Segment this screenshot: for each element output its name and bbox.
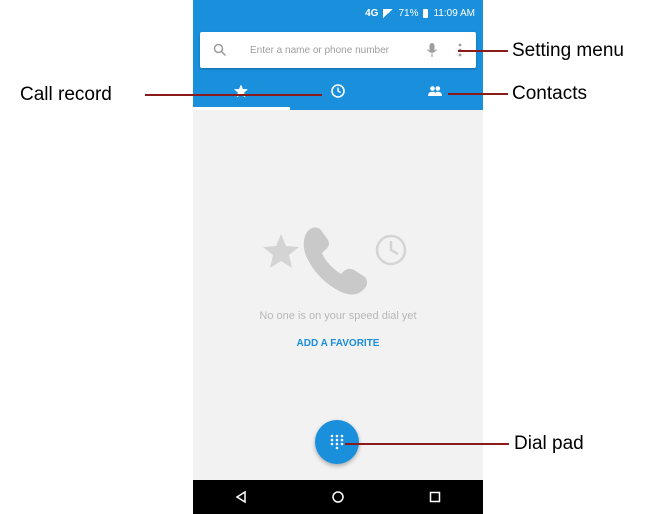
back-triangle-icon	[235, 490, 247, 504]
call-record-leader-line	[145, 94, 322, 96]
add-favorite-link[interactable]: ADD A FAVORITE	[193, 338, 483, 349]
system-navigation-bar	[193, 480, 483, 514]
status-bar: 4G 71% 11:09 AM	[193, 0, 483, 30]
empty-state-message: No one is on your speed dial yet	[259, 310, 417, 322]
nav-home-button[interactable]	[318, 482, 358, 512]
clock-icon	[331, 84, 345, 98]
tab-bar	[193, 72, 483, 110]
home-circle-icon	[332, 491, 344, 503]
dialpad-icon	[330, 434, 344, 450]
annotation-contacts: Contacts	[512, 83, 587, 104]
dial-pad-button[interactable]	[315, 420, 359, 464]
dial-pad-leader-line	[345, 443, 509, 445]
illustration-star-icon	[263, 234, 299, 268]
phone-screen: 4G 71% 11:09 AM Enter a name or phone nu…	[193, 0, 483, 514]
tab-call-record[interactable]	[290, 72, 387, 110]
annotation-call-record: Call record	[20, 84, 112, 105]
nav-recents-button[interactable]	[415, 482, 455, 512]
battery-percent: 71%	[398, 8, 419, 19]
status-indicators: 4G 71% 11:09 AM	[365, 8, 475, 19]
people-icon	[427, 86, 442, 96]
microphone-icon[interactable]	[426, 42, 438, 58]
nav-back-button[interactable]	[221, 482, 261, 512]
recents-square-icon	[429, 491, 440, 503]
contacts-leader-line	[448, 93, 508, 95]
search-box[interactable]	[200, 32, 476, 68]
search-icon	[213, 43, 227, 57]
tab-contacts[interactable]	[386, 72, 483, 110]
setting-menu-leader-line	[458, 50, 508, 52]
annotation-dial-pad: Dial pad	[514, 433, 584, 454]
signal-icon	[383, 9, 394, 18]
status-time: 11:09 AM	[433, 8, 475, 19]
annotation-setting-menu: Setting menu	[512, 40, 624, 61]
network-type: 4G	[365, 8, 379, 19]
star-icon	[234, 84, 249, 98]
illustration-phone-icon	[303, 227, 368, 295]
search-input[interactable]	[250, 42, 410, 58]
speed-dial-empty-illustration	[263, 227, 407, 295]
battery-icon	[423, 9, 429, 18]
tab-speed-dial[interactable]	[193, 72, 290, 110]
